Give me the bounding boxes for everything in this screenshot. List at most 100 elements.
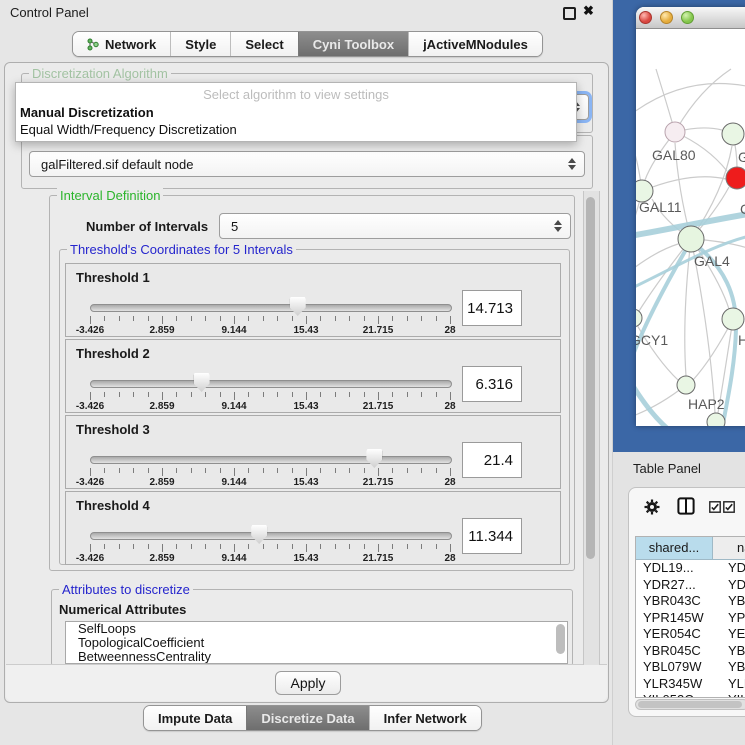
popup-option-equal-width-frequency-discretization[interactable]: Equal Width/Frequency Discretization [16,121,576,138]
number-of-intervals-combo[interactable]: 5 [219,213,571,239]
minimize-traffic-light-icon[interactable] [660,11,673,24]
threshold-slider[interactable]: -3.4262.8599.14415.4321.71528 [90,340,450,414]
table-row[interactable]: YBL079WYBL079W [636,659,745,676]
tick-mark [378,544,379,552]
threshold-panel: Threshold 1 -3.4262.8599.14415.4321.7152… [65,263,561,337]
tab-style[interactable]: Style [170,32,230,56]
network-canvas[interactable]: GAL80GACGAL11GAL4GCY1HHAP2 [636,29,745,426]
network-edge[interactable] [636,84,745,116]
tick-mark [162,316,163,324]
network-edge[interactable] [642,177,726,191]
tick-mark [292,544,293,549]
table-row[interactable]: YLR345WYLR345W [636,676,745,693]
network-canvas-svg: GAL80GACGAL11GAL4GCY1HHAP2 [636,29,745,426]
network-edge[interactable] [636,318,678,380]
table-data-combo[interactable]: galFiltered.sif default node [29,151,585,177]
combo-arrows-icon [554,220,562,232]
slider-track[interactable] [90,304,452,312]
table-row[interactable]: YBR043CYBR043C [636,593,745,610]
slider-thumb[interactable] [290,297,306,316]
zoom-traffic-light-icon[interactable] [681,11,694,24]
tick-label: 21.715 [363,477,394,488]
threshold-value-field[interactable]: 14.713 [462,290,522,326]
tab-infer-network[interactable]: Infer Network [369,706,481,730]
threshold-value-field[interactable]: 11.344 [462,518,522,554]
tick-label: -3.426 [76,401,104,412]
slider-ticks [90,468,450,477]
table-row[interactable]: YDR27...YDR27... [636,577,745,594]
gear-icon[interactable] [643,498,661,516]
tab-discretize-data[interactable]: Discretize Data [246,706,368,730]
panel-scrollbar-thumb[interactable] [586,197,595,559]
tick-mark [205,544,206,549]
threshold-slider[interactable]: -3.4262.8599.14415.4321.71528 [90,492,450,566]
float-window-icon[interactable] [563,7,576,20]
tick-label: 15.43 [293,553,318,564]
cell-name: YDR27... [712,577,745,594]
slider-track[interactable] [90,456,452,464]
tick-mark [220,544,221,549]
tick-mark [248,468,249,473]
attribute-item-betweennesscentrality[interactable]: BetweennessCentrality [66,650,567,664]
tab-jactivemnodules[interactable]: jActiveMNodules [408,32,542,56]
tick-mark [263,392,264,397]
slider-ticks [90,316,450,325]
checkbox-icon[interactable] [709,501,721,513]
threshold-slider[interactable]: -3.4262.8599.14415.4321.71528 [90,416,450,490]
close-icon[interactable]: ✖ [583,3,594,19]
popup-option-manual-discretization[interactable]: Manual Discretization [16,104,576,121]
column-header-shared-name[interactable]: shared... [636,537,713,559]
slider-thumb[interactable] [194,373,210,392]
panel-title: Control Panel [10,5,89,20]
list-scrollbar[interactable] [556,624,565,654]
network-window-titlebar[interactable] [636,7,745,29]
threshold-value-field[interactable]: 6.316 [462,366,522,402]
threshold-slider[interactable]: -3.4262.8599.14415.4321.71528 [90,264,450,338]
tick-mark [292,468,293,473]
tab-cyni-toolbox[interactable]: Cyni Toolbox [298,32,408,56]
discretization-algorithm-label: Discretization Algorithm [29,66,171,81]
combo-arrows-icon [568,158,576,170]
network-node[interactable] [722,308,744,330]
close-traffic-light-icon[interactable] [639,11,652,24]
network-node[interactable] [636,309,642,327]
tab-network[interactable]: Network [73,32,170,56]
network-edge-highlighted[interactable] [636,381,668,426]
network-node[interactable] [677,376,695,394]
table-row[interactable]: YDL19...YDL19... [636,560,745,577]
tick-mark [133,392,134,397]
network-node[interactable] [707,413,725,426]
network-node[interactable] [722,123,744,145]
slider-thumb[interactable] [251,525,267,544]
table-row[interactable]: YPR145WYPR145W [636,610,745,627]
slider-track[interactable] [90,380,452,388]
slider-track[interactable] [90,532,452,540]
table-hscroll-thumb[interactable] [638,701,742,708]
attribute-item-selfloops[interactable]: SelfLoops [66,622,567,636]
column-header-name[interactable]: name [713,537,745,559]
tick-mark [119,392,120,397]
cell-shared-name: YIL052C [636,692,712,698]
tab-impute-data[interactable]: Impute Data [144,706,246,730]
network-edge[interactable] [675,69,731,132]
network-node[interactable] [678,226,704,252]
network-node[interactable] [665,122,685,142]
threshold-value-field[interactable]: 21.4 [462,442,522,478]
split-columns-icon[interactable] [677,497,695,515]
slider-thumb[interactable] [366,449,382,468]
table-horizontal-scrollbar[interactable] [635,699,745,710]
table-row[interactable]: YER054CYER054C [636,626,745,643]
network-node[interactable] [726,167,745,189]
table-row[interactable]: YIL052CYIL052C [636,692,745,698]
table-row[interactable]: YBR045CYBR045C [636,643,745,660]
checkbox-icon[interactable] [723,501,735,513]
attribute-item-topologicalcoefficient[interactable]: TopologicalCoefficient [66,636,567,650]
numerical-attributes-list[interactable]: SelfLoopsTopologicalCoefficientBetweenne… [65,621,568,664]
panel-scrollbar[interactable] [583,191,600,665]
cell-name: YBR045C [712,643,745,660]
tab-select[interactable]: Select [230,32,297,56]
tick-mark [320,392,321,397]
tick-mark [292,316,293,321]
apply-button[interactable]: Apply [275,671,341,695]
tick-mark [104,316,105,321]
